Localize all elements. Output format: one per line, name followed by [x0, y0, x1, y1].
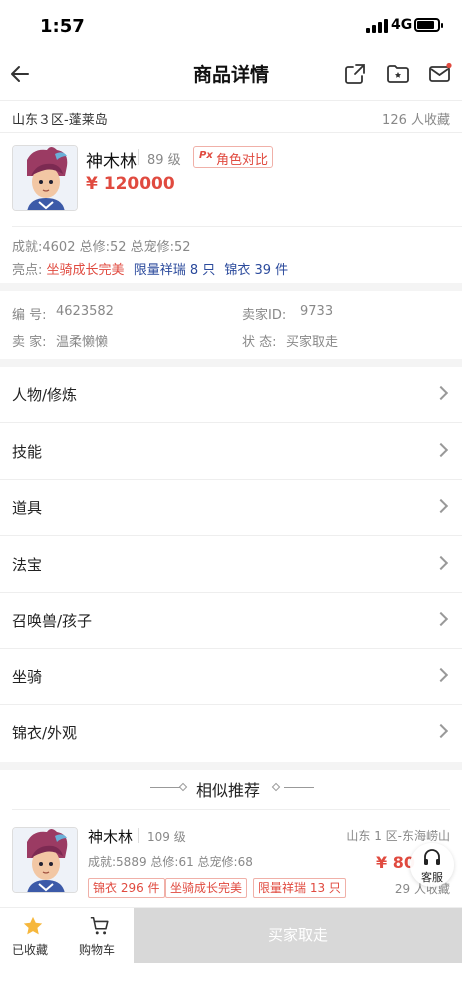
highlight-rare: 限量祥瑞 8 只 [133, 263, 216, 278]
decor-diamond [271, 782, 281, 792]
chevron-right-icon [433, 611, 449, 627]
menu-item-label: 技能 [12, 443, 43, 461]
headset-icon [424, 849, 440, 865]
favorited-button[interactable]: 已收藏 [0, 908, 66, 963]
divider [12, 226, 462, 227]
highlight-costume: 锦衣 39 件 [224, 263, 289, 278]
divider [138, 149, 139, 165]
similar-server: 山东 1 区-东海崂山 [346, 829, 450, 843]
similar-title: 相似推荐 [196, 781, 261, 800]
character-level: 89 级 [147, 153, 181, 168]
server-name: 山东３区-蓬莱岛 [12, 113, 108, 128]
menu-item-label: 道具 [12, 499, 43, 517]
similar-name: 神木林 [88, 828, 134, 846]
menu-item-treasures[interactable]: 法宝 [0, 537, 462, 593]
section-gap [0, 283, 462, 291]
character-avatar [12, 145, 78, 211]
menu-item-label: 锦衣/外观 [12, 724, 78, 742]
chevron-right-icon [433, 667, 449, 683]
menu-item-items[interactable]: 道具 [0, 480, 462, 536]
section-gap [0, 762, 462, 770]
id-value: 4623582 [56, 304, 114, 319]
share-icon[interactable] [343, 62, 367, 86]
decor-diamond [178, 782, 188, 792]
menu-item-character[interactable]: 人物/修炼 [0, 367, 462, 423]
customer-service-button[interactable]: 客服 [410, 843, 454, 887]
status-bar: 1:57 4G [0, 0, 462, 52]
seller-label: 卖 家: [12, 335, 47, 350]
similar-stats: 成就:5889 总修:61 总宠修:68 [88, 855, 253, 869]
menu-item-label: 法宝 [12, 556, 43, 574]
state-value: 买家取走 [286, 335, 339, 350]
chevron-right-icon [433, 385, 449, 401]
divider [0, 132, 462, 133]
folder-favorite-icon[interactable] [386, 62, 410, 86]
compare-button[interactable]: Px 角色对比 [193, 146, 273, 168]
menu-item-label: 人物/修炼 [12, 386, 78, 404]
divider [0, 100, 462, 101]
star-icon [23, 916, 43, 935]
decor-line [150, 787, 180, 788]
highlights-label: 亮点: [12, 263, 43, 278]
decor-line [284, 787, 314, 788]
message-icon[interactable] [428, 62, 452, 86]
nav-bar: 商品详情 [0, 52, 462, 96]
chevron-right-icon [433, 723, 449, 739]
menu-item-costumes[interactable]: 锦衣/外观 [0, 705, 462, 761]
character-stats: 成就:4602 总修:52 总宠修:52 [12, 240, 191, 255]
status-time: 1:57 [40, 16, 85, 37]
chevron-right-icon [433, 498, 449, 514]
chevron-right-icon [433, 555, 449, 571]
highlight-mount: 坐骑成长完美 [46, 263, 125, 278]
favorited-label: 已收藏 [12, 943, 49, 957]
compare-icon: Px [199, 150, 213, 161]
price: ¥ 120000 [86, 174, 175, 194]
section-gap [0, 359, 462, 367]
menu-item-pets[interactable]: 召唤兽/孩子 [0, 593, 462, 649]
similar-level: 109 级 [147, 830, 186, 844]
cart-label: 购物车 [79, 943, 116, 957]
chevron-right-icon [433, 442, 449, 458]
similar-character-avatar [12, 827, 78, 893]
seller-id-label: 卖家ID: [242, 308, 287, 323]
seller-value: 温柔懒懒 [56, 335, 109, 350]
menu-item-skills[interactable]: 技能 [0, 424, 462, 480]
customer-service-label: 客服 [421, 871, 443, 884]
menu-item-label: 召唤兽/孩子 [12, 612, 93, 630]
seller-id-value: 9733 [300, 304, 334, 319]
divider [12, 809, 450, 810]
page: 1:57 4G 商品详情 山东３区-蓬莱岛 126 人收藏 神木林 89 级 P… [0, 0, 462, 1000]
favorite-count: 126 人收藏 [382, 113, 450, 128]
signal-icon [366, 19, 388, 33]
battery-icon [414, 18, 443, 32]
network-type: 4G [391, 17, 413, 33]
similar-item-card[interactable]: 神木林 109 级 山东 1 区-东海崂山 成就:5889 总修:61 总宠修:… [0, 815, 462, 907]
bottom-bar: 已收藏 购物车 买家取走 [0, 907, 462, 963]
cart-icon [90, 916, 109, 935]
similar-tag: 坐骑成长完美 [165, 878, 248, 898]
cart-button[interactable]: 购物车 [66, 908, 134, 963]
highlights: 亮点: 坐骑成长完美 限量祥瑞 8 只 锦衣 39 件 [12, 259, 288, 278]
character-name: 神木林 [86, 152, 137, 172]
state-label: 状 态: [242, 335, 277, 350]
menu-item-label: 坐骑 [12, 668, 43, 686]
similar-tag: 锦衣 296 件 [88, 878, 165, 898]
menu-item-mounts[interactable]: 坐骑 [0, 649, 462, 705]
buy-button[interactable]: 买家取走 [134, 908, 462, 963]
compare-label: 角色对比 [216, 153, 269, 168]
similar-tag: 限量祥瑞 13 只 [253, 878, 346, 898]
divider [138, 828, 139, 843]
id-label: 编 号: [12, 308, 47, 323]
